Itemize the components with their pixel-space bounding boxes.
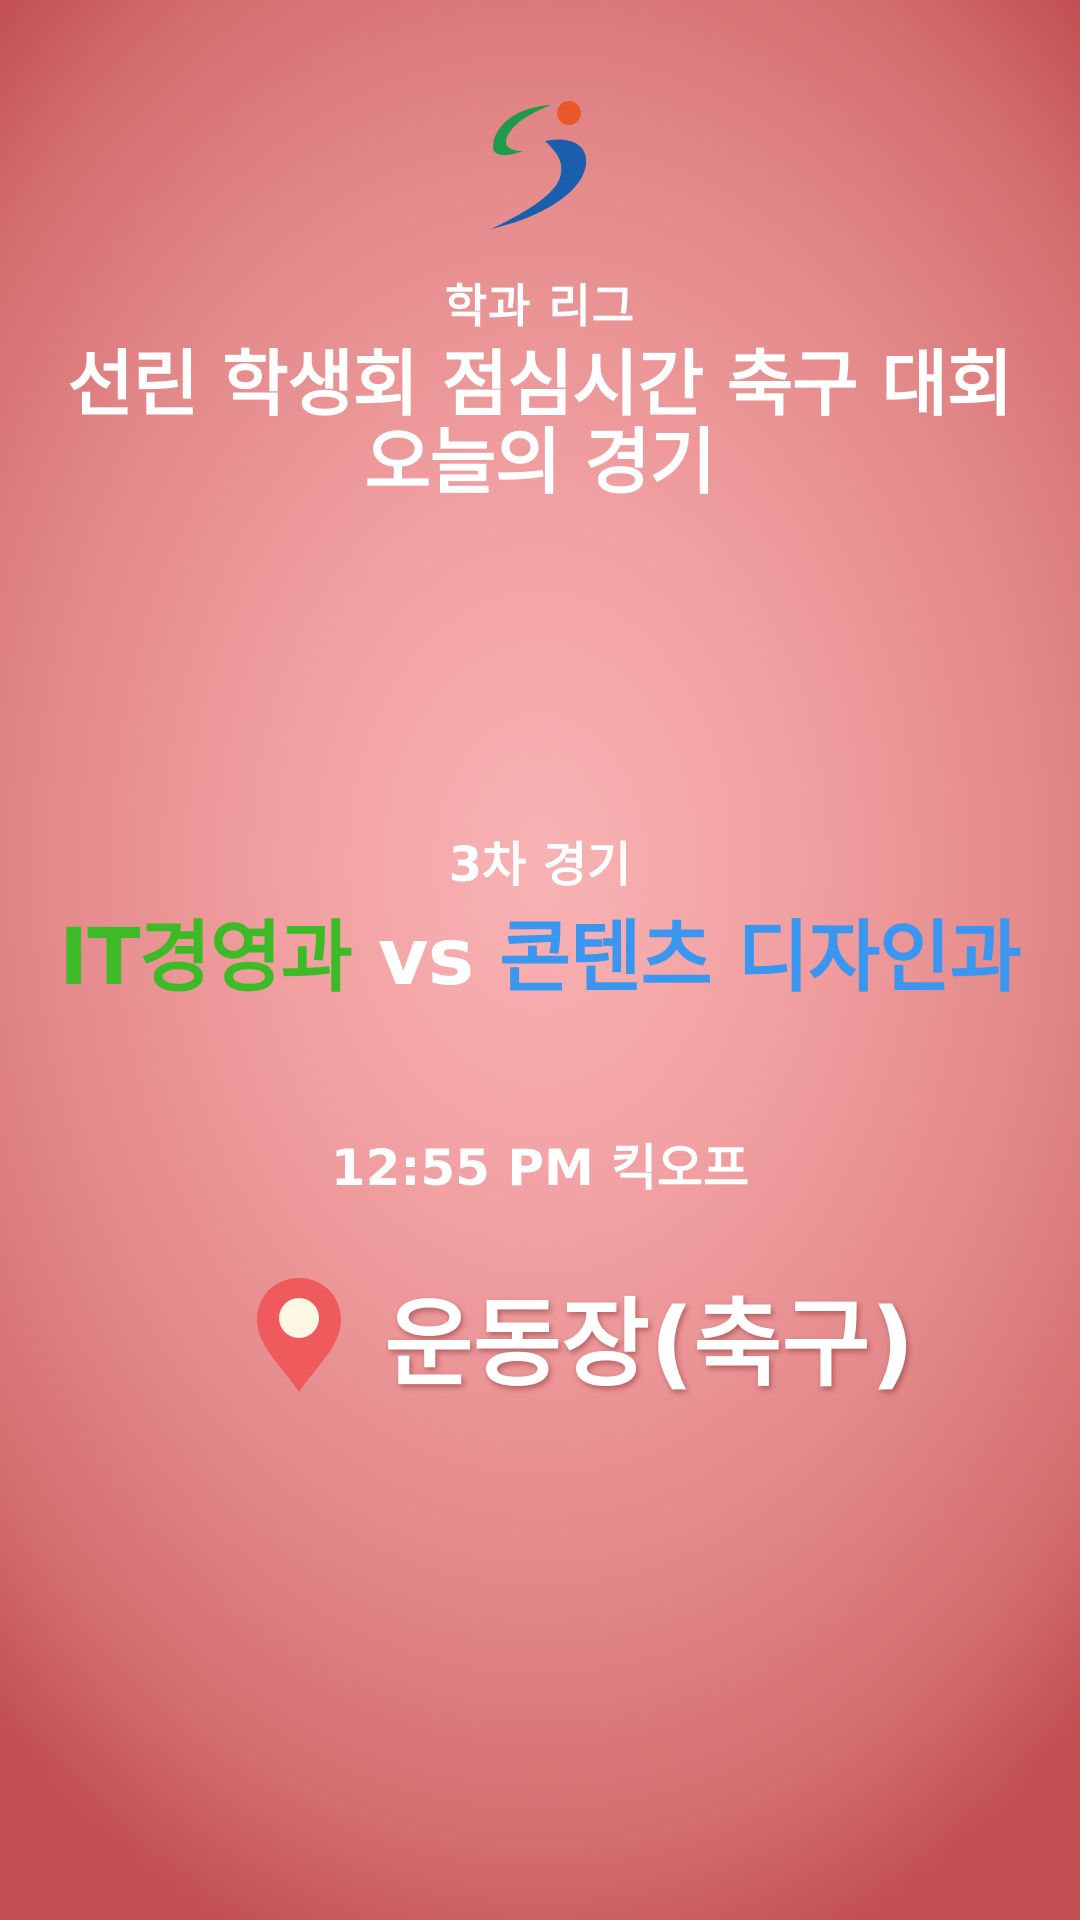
matchup: IT경영과 vs 콘텐츠 디자인과 bbox=[0, 895, 1080, 1007]
school-logo-icon bbox=[491, 101, 587, 229]
title-line-2: 오늘의 경기 bbox=[364, 420, 716, 504]
vs-label: vs bbox=[377, 913, 500, 1003]
league-subtitle: 학과 리그 bbox=[444, 279, 636, 333]
page-title: 선린 학생회 점심시간 축구 대회 오늘의 경기 bbox=[0, 345, 1080, 501]
match-round: 3차 경기 bbox=[448, 837, 632, 893]
venue-label: 운동장(축구) bbox=[385, 1287, 915, 1400]
kickoff-time: 12:55 PM 킥오프 bbox=[330, 1139, 750, 1197]
location-pin-icon bbox=[257, 1278, 341, 1392]
home-team: IT경영과 bbox=[59, 913, 353, 1003]
venue: 운동장(축구) bbox=[255, 1270, 914, 1400]
away-team: 콘텐츠 디자인과 bbox=[499, 913, 1021, 1003]
title-line-1: 선린 학생회 점심시간 축구 대회 bbox=[67, 342, 1013, 426]
